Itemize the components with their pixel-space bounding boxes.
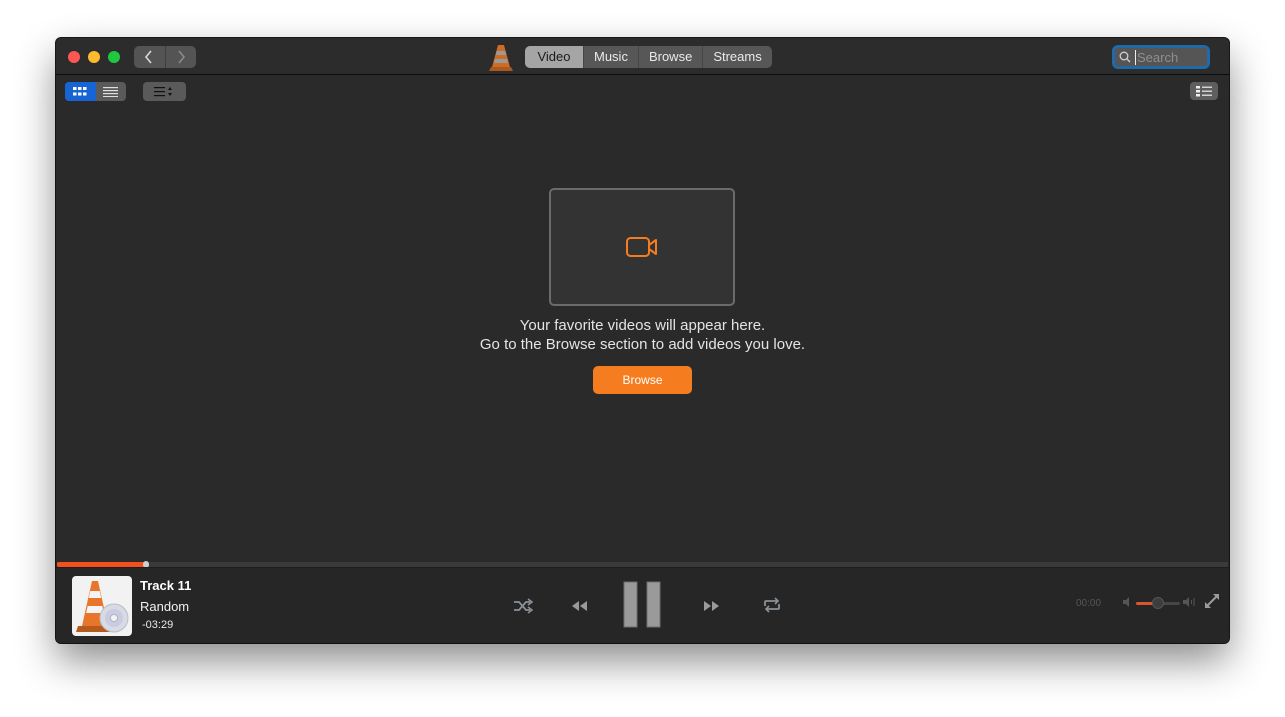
remaining-time[interactable]: -03:29	[142, 619, 173, 631]
zoom-window-button[interactable]	[108, 51, 120, 63]
fullscreen-icon[interactable]	[1204, 593, 1220, 609]
vlc-cone-disc-artwork-icon	[76, 581, 129, 633]
fast-forward-icon	[704, 601, 719, 611]
sort-button[interactable]	[143, 82, 186, 101]
tab-browse[interactable]: Browse	[637, 46, 702, 68]
sort-icon	[153, 87, 172, 97]
grid-icon	[73, 86, 87, 95]
track-title: Track 11	[140, 578, 192, 593]
volume-slider[interactable]	[1136, 597, 1180, 609]
close-window-button[interactable]	[68, 51, 80, 63]
repeat-icon	[764, 597, 780, 613]
rewind-icon	[572, 601, 587, 611]
chevron-right-icon	[178, 50, 185, 64]
pause-icon	[623, 581, 661, 628]
volume-low-icon	[1123, 597, 1129, 607]
search-field[interactable]	[1112, 45, 1210, 69]
repeat-button[interactable]	[760, 595, 784, 615]
track-artist: Random	[140, 599, 190, 614]
volume-knob[interactable]	[1152, 597, 1164, 609]
tab-video[interactable]: Video	[525, 46, 583, 68]
vlc-window: Video Music Browse Streams Search Your f…	[56, 38, 1229, 643]
tab-music[interactable]: Music	[583, 46, 638, 68]
search-input[interactable]	[1135, 49, 1205, 65]
info-panel-icon	[1196, 85, 1212, 96]
album-artwork[interactable]	[72, 576, 132, 636]
empty-state-placeholder	[549, 188, 735, 306]
fast-forward-button[interactable]	[700, 597, 724, 615]
browse-button[interactable]: Browse	[593, 366, 692, 394]
tab-streams[interactable]: Streams	[702, 46, 771, 68]
empty-state-line-2: Go to the Browse section to add videos y…	[479, 336, 806, 353]
forward-button[interactable]	[164, 46, 197, 68]
rewind-button[interactable]	[567, 597, 591, 615]
shuffle-icon	[514, 598, 533, 614]
shuffle-button[interactable]	[511, 596, 535, 616]
vlc-cone-logo	[489, 45, 513, 71]
grid-view-button[interactable]	[65, 82, 96, 101]
player-bar: Track 11 Random -03:29 00:00	[56, 567, 1229, 643]
search-icon	[1119, 51, 1131, 63]
minimize-window-button[interactable]	[88, 51, 100, 63]
empty-state-message: Your favorite videos will appear here. G…	[56, 316, 1229, 354]
empty-state-line-1: Your favorite videos will appear here.	[519, 317, 766, 334]
list-view-button[interactable]	[96, 82, 127, 101]
view-mode-toggle	[65, 82, 126, 101]
list-icon	[103, 86, 119, 97]
pause-button[interactable]	[623, 581, 663, 628]
volume-high-icon	[1183, 597, 1195, 607]
info-panel-button[interactable]	[1190, 82, 1218, 100]
video-camera-icon	[626, 237, 657, 257]
navigation-buttons	[134, 46, 196, 68]
chevron-left-icon	[145, 50, 152, 64]
back-button[interactable]	[134, 46, 165, 68]
title-bar: Video Music Browse Streams	[56, 38, 1229, 75]
library-tabs: Video Music Browse Streams	[525, 46, 772, 68]
elapsed-time: 00:00	[1076, 598, 1102, 609]
